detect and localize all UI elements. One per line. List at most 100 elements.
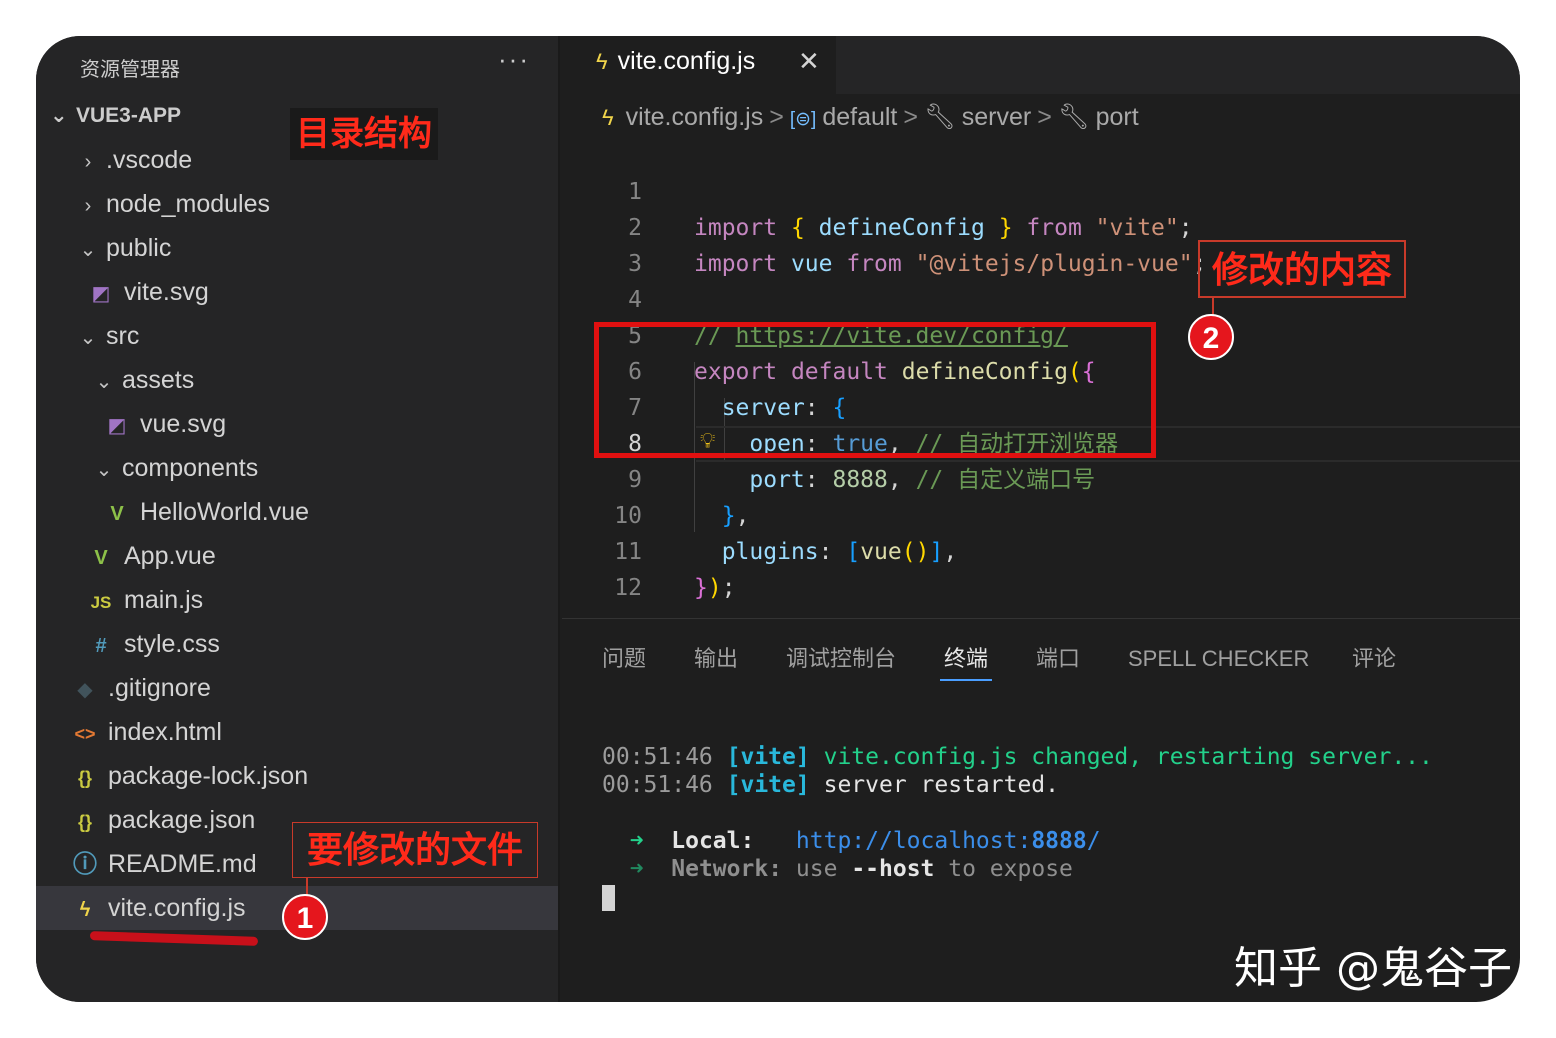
breadcrumb-item[interactable]: vite.config.js: [626, 103, 764, 131]
git-file-icon: ◆: [77, 679, 93, 701]
chevron-down-icon: ⌄: [95, 459, 113, 481]
tree-item-label: README.md: [108, 850, 257, 878]
vscode-window: 资源管理器 ··· ⌄ VUE3-APP › .vscode › node_modul…: [36, 36, 1520, 1002]
tree-item-label: components: [122, 454, 259, 482]
js-file-icon: JS: [90, 593, 112, 612]
breadcrumb: ϟ vite.config.js > [⊜] default > 🔧︎ server > 🔧︎ po…: [602, 98, 1139, 136]
json-file-icon: {}: [77, 768, 92, 788]
tree-item-public[interactable]: ⌄ public: [36, 226, 558, 270]
tree-item-index-html[interactable]: <> index.html: [36, 710, 558, 754]
breadcrumb-item[interactable]: default: [822, 103, 897, 131]
tab-spell-checker[interactable]: SPELL CHECKER: [1128, 641, 1309, 677]
project-name: VUE3-APP: [76, 104, 182, 127]
tab-terminal[interactable]: 终端: [944, 641, 988, 677]
html-file-icon: <>: [74, 724, 96, 744]
code-line: 1 import { defineConfig } from "vite";: [562, 138, 1520, 241]
annotation-modified-content: 修改的内容: [1198, 240, 1406, 298]
vite-file-icon: ϟ: [596, 49, 608, 74]
tree-item-src[interactable]: ⌄ src: [36, 314, 558, 358]
tree-item-label: App.vue: [124, 542, 216, 570]
vite-file-icon: ϟ: [79, 899, 91, 921]
chevron-down-icon: ⌄: [79, 239, 97, 261]
tree-item-style-css[interactable]: # style.css: [36, 622, 558, 666]
terminal-link[interactable]: http://localhost:: [796, 828, 1031, 854]
terminal-token: use: [795, 856, 838, 882]
wrench-icon: 🔧︎: [1057, 103, 1090, 131]
tab-vite-config-js[interactable]: ϟ vite.config.js ✕: [562, 36, 836, 94]
tree-item-gitignore[interactable]: ◆ .gitignore: [36, 666, 558, 710]
tree-item-label: .gitignore: [108, 674, 211, 702]
terminal-token: 00:51:46: [602, 744, 713, 770]
editor-tab-bar: ϟ vite.config.js ✕: [562, 36, 1520, 94]
chevron-right-icon: ›: [84, 195, 92, 217]
chevron-down-icon: ⌄: [50, 104, 68, 127]
tree-item-label: index.html: [108, 718, 222, 746]
terminal-line: ➜ Network: use --host to expose: [602, 855, 1073, 883]
tree-item-label: main.js: [124, 586, 204, 614]
terminal-token: to expose: [948, 856, 1073, 882]
terminal-token: [vite]: [726, 744, 810, 770]
code-token: }: [694, 575, 708, 601]
terminal-line: 00:51:46 [vite] vite.config.js changed, …: [602, 743, 1433, 771]
annotation-highlight-box: [594, 322, 1156, 458]
json-file-icon: {}: [77, 812, 92, 832]
annotation-directory-structure: 目录结构: [290, 108, 438, 160]
tree-item-label: package.json: [108, 806, 256, 834]
terminal-token: 00:51:46: [602, 772, 713, 798]
line-number: 12: [614, 575, 642, 601]
watermark: 知乎 @鬼谷子: [1234, 943, 1512, 994]
tab-output[interactable]: 输出: [694, 641, 738, 677]
css-file-icon: #: [95, 635, 107, 657]
tab-debug-console[interactable]: 调试控制台: [786, 641, 896, 677]
tree-item-package-lock-json[interactable]: {} package-lock.json: [36, 754, 558, 798]
svg-file-icon: ◩: [107, 415, 127, 437]
arrow-right-icon: ➜: [629, 856, 644, 882]
code-line: 2 import vue from "@vitejs/plugin-vue";: [562, 174, 1520, 277]
terminal-token: server restarted.: [823, 772, 1059, 798]
terminal-token: Local:: [671, 828, 755, 854]
terminal-token: [vite]: [726, 772, 810, 798]
explorer-title: 资源管理器: [80, 57, 180, 81]
terminal-link[interactable]: 8888: [1031, 828, 1086, 854]
symbol-variable-icon: [⊜]: [789, 109, 817, 130]
chevron-down-icon: ⌄: [95, 371, 113, 393]
tree-item-helloworld-vue[interactable]: V HelloWorld.vue: [36, 490, 558, 534]
svg-file-icon: ◩: [91, 283, 111, 305]
code-line: 12: [562, 534, 1520, 601]
tree-item-app-vue[interactable]: V App.vue: [36, 534, 558, 578]
annotation-badge-2: 2: [1188, 314, 1234, 360]
breadcrumb-item[interactable]: port: [1096, 103, 1139, 131]
more-actions-icon[interactable]: ···: [498, 44, 530, 75]
terminal-token: Network:: [671, 856, 783, 882]
tab-problems[interactable]: 问题: [602, 641, 646, 677]
tree-item-components[interactable]: ⌄ components: [36, 446, 558, 490]
breadcrumb-item[interactable]: server: [962, 103, 1031, 131]
tree-item-vite-svg[interactable]: ◩ vite.svg: [36, 270, 558, 314]
active-tab-indicator: [940, 679, 992, 681]
vue-file-icon: V: [110, 503, 124, 525]
tree-item-label: package-lock.json: [108, 762, 309, 790]
tree-item-label: public: [106, 234, 172, 262]
tab-label: vite.config.js: [617, 47, 756, 75]
tree-item-label: style.css: [124, 630, 220, 658]
terminal-line: ➜ Local: http://localhost:8888/: [602, 827, 1101, 855]
chevron-down-icon: ⌄: [79, 327, 97, 349]
code-line: 10 plugins: [vue()],: [562, 462, 1520, 565]
chevron-right-icon: ›: [84, 151, 92, 173]
tree-item-vue-svg[interactable]: ◩ vue.svg: [36, 402, 558, 446]
tab-ports[interactable]: 端口: [1036, 641, 1080, 677]
terminal-cursor[interactable]: [602, 885, 615, 911]
tree-item-assets[interactable]: ⌄ assets: [36, 358, 558, 402]
terminal-line: 00:51:46 [vite] server restarted.: [602, 771, 1059, 799]
tree-item-label: vite.config.js: [108, 894, 246, 922]
tree-item-label: HelloWorld.vue: [140, 498, 310, 526]
terminal-link[interactable]: /: [1087, 828, 1101, 854]
tab-comments[interactable]: 评论: [1352, 641, 1396, 677]
project-root[interactable]: ⌄ VUE3-APP: [50, 96, 181, 136]
tree-item-label: src: [106, 322, 140, 350]
vite-file-icon: ϟ: [602, 105, 614, 130]
tree-item-label: assets: [122, 366, 195, 394]
tree-item-node-modules[interactable]: › node_modules: [36, 182, 558, 226]
close-icon[interactable]: ✕: [798, 36, 820, 86]
tree-item-main-js[interactable]: JS main.js: [36, 578, 558, 622]
